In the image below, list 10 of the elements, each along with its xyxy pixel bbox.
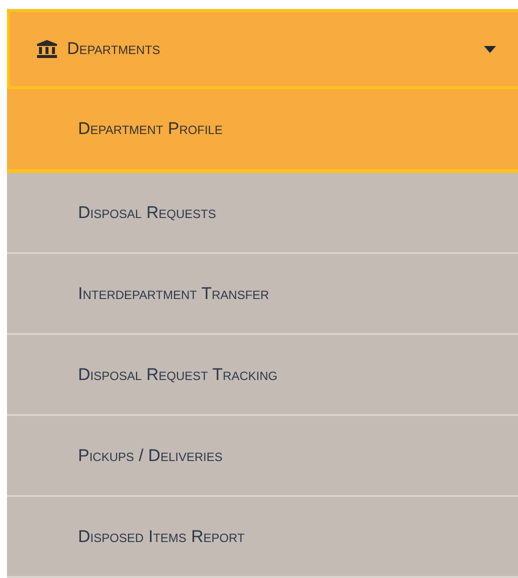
caret-icon <box>484 46 496 52</box>
menu-item[interactable]: Disposed Items Report <box>7 497 518 578</box>
menu-item[interactable]: Pickups / Deliveries <box>7 416 518 497</box>
menu-header[interactable]: Departments <box>7 9 518 89</box>
menu-title: Departments <box>67 39 162 59</box>
bank-icon <box>37 40 57 58</box>
menu-item[interactable]: Interdepartment Transfer <box>7 254 518 335</box>
menu-item[interactable]: Department Profile <box>7 89 518 173</box>
menu-item[interactable]: Disposal Request Tracking <box>7 335 518 416</box>
menu-item[interactable]: Disposal Requests <box>7 173 518 254</box>
